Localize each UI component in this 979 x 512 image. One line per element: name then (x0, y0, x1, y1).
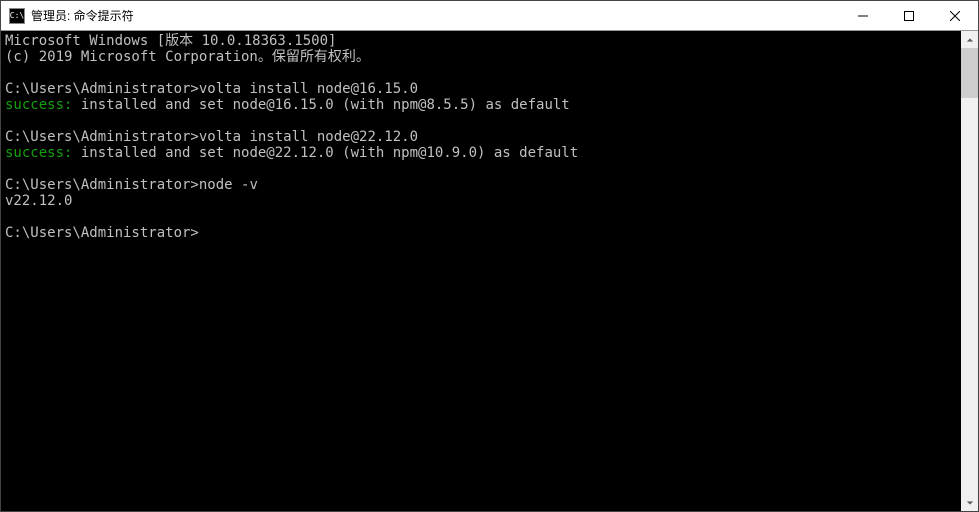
success-message: installed and set node@16.15.0 (with npm… (72, 97, 569, 113)
version-line: Microsoft Windows [版本 10.0.18363.1500] (5, 33, 336, 49)
chevron-down-icon (966, 499, 974, 507)
scrollbar-thumb[interactable] (961, 48, 978, 98)
success-message: installed and set node@22.12.0 (with npm… (72, 145, 578, 161)
prompt: C:\Users\Administrator> (5, 225, 199, 241)
scroll-down-button[interactable] (961, 494, 978, 511)
window-title: 管理员: 命令提示符 (31, 7, 134, 24)
prompt: C:\Users\Administrator> (5, 81, 199, 97)
success-label: success: (5, 145, 72, 161)
maximize-button[interactable] (886, 1, 932, 31)
vertical-scrollbar[interactable] (961, 31, 978, 511)
console-output[interactable]: Microsoft Windows [版本 10.0.18363.1500] (… (1, 31, 961, 511)
prompt: C:\Users\Administrator> (5, 129, 199, 145)
chevron-up-icon (966, 36, 974, 44)
output-line: v22.12.0 (5, 193, 72, 209)
close-button[interactable] (932, 1, 978, 31)
close-icon (950, 11, 960, 21)
command-text: node -v (199, 177, 258, 193)
copyright-line: (c) 2019 Microsoft Corporation。保留所有权利。 (5, 49, 370, 65)
client-area: Microsoft Windows [版本 10.0.18363.1500] (… (1, 31, 978, 511)
command-text: volta install node@22.12.0 (199, 129, 418, 145)
prompt: C:\Users\Administrator> (5, 177, 199, 193)
minimize-icon (858, 11, 868, 21)
cmd-icon: C:\ (9, 8, 25, 24)
scroll-up-button[interactable] (961, 31, 978, 48)
command-text: volta install node@16.15.0 (199, 81, 418, 97)
titlebar[interactable]: C:\ 管理员: 命令提示符 (1, 1, 978, 31)
minimize-button[interactable] (840, 1, 886, 31)
maximize-icon (904, 11, 914, 21)
success-label: success: (5, 97, 72, 113)
